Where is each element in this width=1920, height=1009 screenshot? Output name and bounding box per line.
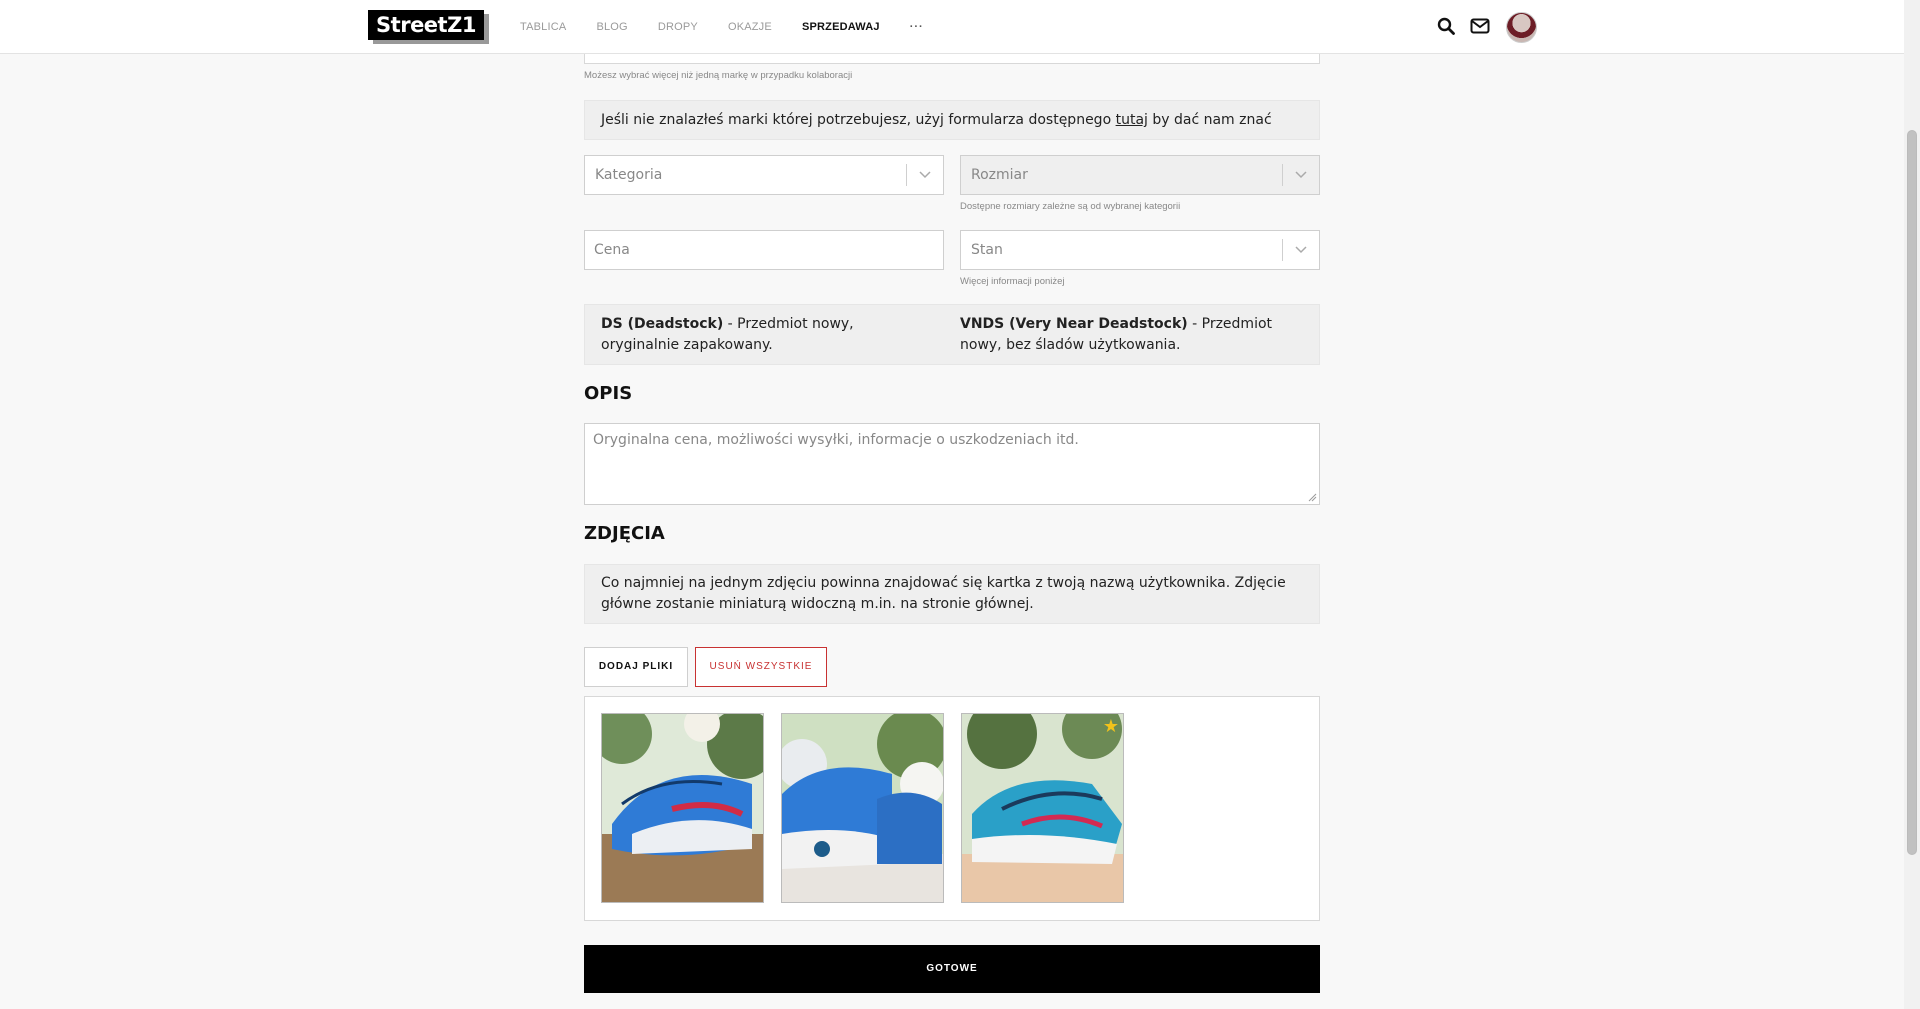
- chevron-down-icon: [919, 171, 931, 179]
- size-placeholder: Rozmiar: [971, 167, 1028, 183]
- condition-vnds: VNDS (Very Near Deadstock) - Przedmiot n…: [960, 314, 1305, 356]
- description-placeholder: Oryginalna cena, możliwości wysyłki, inf…: [593, 432, 1079, 448]
- photo-thumbnail-3[interactable]: ★: [961, 713, 1124, 903]
- main-nav: TABLICA BLOG DROPY OKAZJE SPRZEDAWAJ ···: [520, 0, 954, 54]
- submit-button[interactable]: GOTOWE: [584, 945, 1320, 993]
- chevron-down-icon: [1295, 171, 1307, 179]
- photo-thumbnail-2[interactable]: [781, 713, 944, 903]
- nav-tablica[interactable]: TABLICA: [520, 21, 566, 33]
- main-photo-star-icon[interactable]: ★: [1103, 718, 1119, 736]
- nav-more[interactable]: ···: [910, 21, 924, 33]
- brand-hint: Możesz wybrać więcej niż jedną markę w p…: [584, 70, 853, 81]
- add-files-button[interactable]: DODAJ PLIKI: [584, 647, 688, 687]
- description-title: OPIS: [584, 383, 633, 404]
- photo-thumbnail-1[interactable]: [601, 713, 764, 903]
- description-textarea[interactable]: Oryginalna cena, możliwości wysyłki, inf…: [584, 423, 1320, 505]
- photos-info-text: Co najmniej na jednym zdjęciu powinna zn…: [601, 575, 1286, 612]
- search-icon[interactable]: [1437, 17, 1457, 37]
- size-select[interactable]: Rozmiar: [960, 155, 1320, 195]
- photo-gallery: ★: [584, 696, 1320, 921]
- condition-legend: DS (Deadstock) - Przedmiot nowy, orygina…: [584, 304, 1320, 365]
- category-placeholder: Kategoria: [595, 167, 663, 183]
- size-hint: Dostępne rozmiary zależne są od wybranej…: [960, 201, 1181, 212]
- nav-okazje[interactable]: OKAZJE: [728, 21, 772, 33]
- condition-hint: Więcej informacji poniżej: [960, 276, 1065, 287]
- price-input[interactable]: Cena: [584, 230, 944, 270]
- price-placeholder: Cena: [594, 242, 630, 258]
- condition-placeholder: Stan: [971, 242, 1003, 258]
- condition-vnds-term: VNDS (Very Near Deadstock): [960, 316, 1188, 332]
- condition-ds-term: DS (Deadstock): [601, 316, 724, 332]
- streetz1-logo[interactable]: StreetZ1: [368, 10, 489, 44]
- top-navbar: StreetZ1 TABLICA BLOG DROPY OKAZJE SPRZE…: [0, 0, 1904, 54]
- missing-brand-text-end: by dać nam znać: [1147, 112, 1272, 128]
- condition-select[interactable]: Stan: [960, 230, 1320, 270]
- missing-brand-link[interactable]: tutaj: [1116, 112, 1148, 128]
- mail-icon[interactable]: [1470, 17, 1490, 37]
- photos-title: ZDJĘCIA: [584, 523, 665, 544]
- resize-grip-icon[interactable]: [1307, 492, 1317, 502]
- missing-brand-text: Jeśli nie znalazłeś marki której potrzeb…: [601, 112, 1116, 128]
- nav-dropy[interactable]: DROPY: [658, 21, 698, 33]
- chevron-down-icon: [1295, 246, 1307, 254]
- scrollbar-thumb[interactable]: [1907, 130, 1917, 855]
- condition-ds: DS (Deadstock) - Przedmiot nowy, orygina…: [601, 314, 931, 356]
- remove-all-button[interactable]: USUŃ WSZYSTKIE: [695, 647, 827, 687]
- page-scrollbar[interactable]: [1904, 0, 1920, 1009]
- nav-sprzedawaj[interactable]: SPRZEDAWAJ: [802, 21, 880, 33]
- category-select[interactable]: Kategoria: [584, 155, 944, 195]
- nav-blog[interactable]: BLOG: [596, 21, 627, 33]
- photos-info: Co najmniej na jednym zdjęciu powinna zn…: [584, 564, 1320, 624]
- avatar[interactable]: [1506, 12, 1537, 43]
- missing-brand-info: Jeśli nie znalazłeś marki której potrzeb…: [584, 100, 1320, 140]
